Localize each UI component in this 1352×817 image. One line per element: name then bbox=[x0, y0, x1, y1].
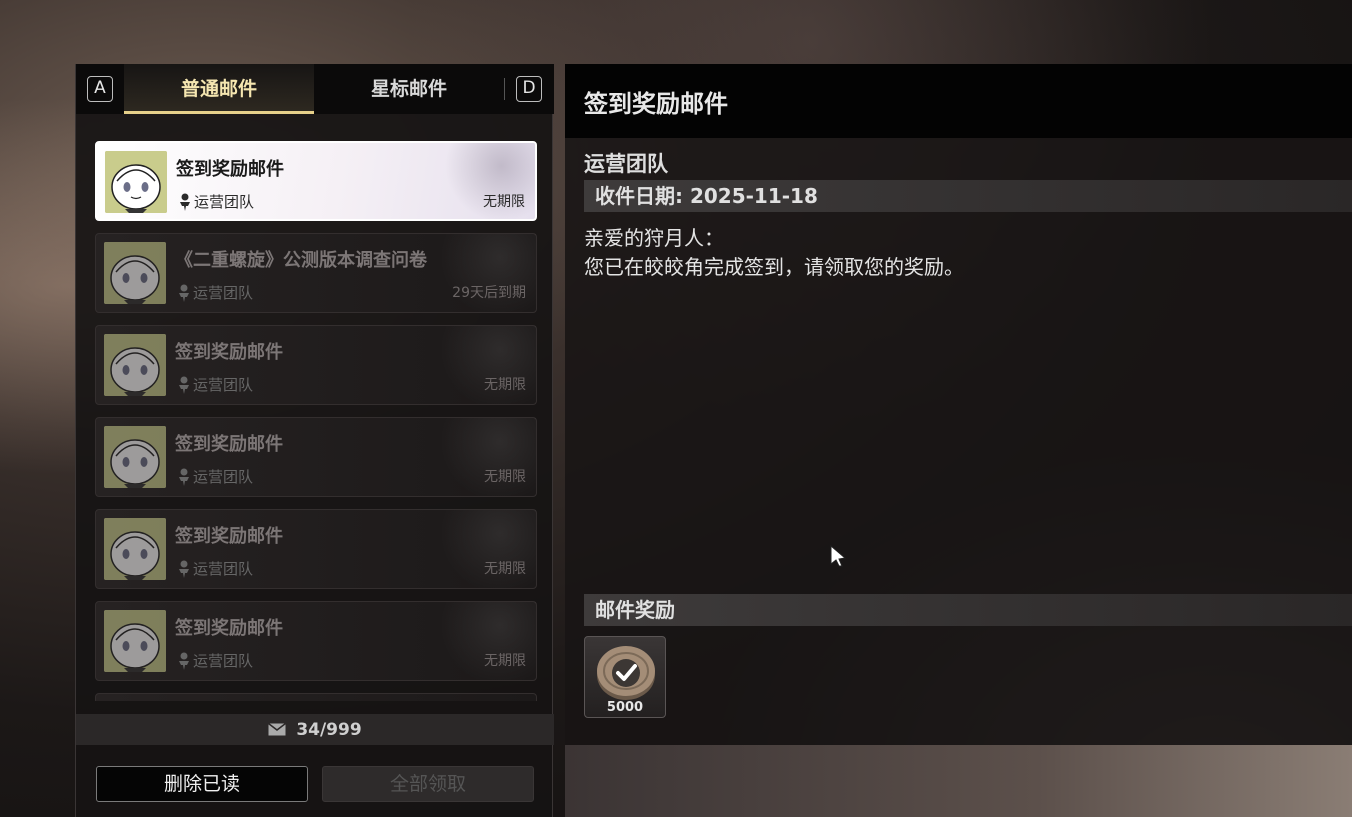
mail-sender: 运营团队 bbox=[178, 282, 253, 303]
mail-sender: 运营团队 bbox=[178, 466, 253, 487]
avatar bbox=[104, 426, 166, 488]
mail-list-item-partial[interactable] bbox=[95, 693, 537, 701]
avatar bbox=[104, 610, 166, 672]
mail-title: 签到奖励邮件 bbox=[175, 526, 283, 547]
detail-title: 签到奖励邮件 bbox=[584, 90, 728, 118]
receive-date: 收件日期: 2025-11-18 bbox=[584, 180, 1352, 212]
tab-bar: A 普通邮件 星标邮件 D bbox=[76, 64, 554, 114]
person-icon bbox=[179, 652, 189, 670]
key-hint-a[interactable]: A bbox=[87, 76, 113, 102]
person-icon bbox=[179, 376, 189, 394]
detail-header: 签到奖励邮件 bbox=[565, 64, 1352, 138]
mail-detail-panel: 签到奖励邮件 运营团队 收件日期: 2025-11-18 亲爱的狩月人： 您已在… bbox=[565, 64, 1352, 745]
mail-expiry: 无期限 bbox=[483, 194, 525, 210]
mail-title: 签到奖励邮件 bbox=[176, 159, 284, 180]
mail-sender-name: 运营团队 bbox=[194, 193, 255, 211]
tab-starred-mail[interactable]: 星标邮件 bbox=[314, 64, 504, 114]
chibi-avatar-icon bbox=[104, 610, 166, 672]
person-icon bbox=[179, 560, 189, 578]
mail-body: 亲爱的狩月人： 您已在皎皎角完成签到，请领取您的奖励。 bbox=[584, 224, 964, 282]
delete-read-button[interactable]: 删除已读 bbox=[96, 766, 308, 802]
tab-divider bbox=[504, 78, 505, 100]
chibi-avatar-icon bbox=[104, 426, 166, 488]
person-icon bbox=[179, 468, 189, 486]
mail-sender-name: 运营团队 bbox=[193, 468, 254, 486]
person-icon bbox=[180, 193, 190, 211]
mail-title: 签到奖励邮件 bbox=[175, 434, 283, 455]
mail-list-item[interactable]: 签到奖励邮件 运营团队 无期限 bbox=[95, 141, 537, 221]
rewards-header: 邮件奖励 bbox=[584, 594, 1352, 626]
mail-count: 34/999 bbox=[296, 719, 362, 740]
avatar bbox=[105, 151, 167, 213]
mail-list: 签到奖励邮件 运营团队 无期限 《二重螺旋》公测版本调查问卷 运营团队 29天后… bbox=[95, 141, 537, 701]
mail-expiry: 无期限 bbox=[484, 469, 526, 485]
avatar bbox=[104, 242, 166, 304]
chibi-avatar-icon bbox=[104, 518, 166, 580]
envelope-icon bbox=[268, 723, 287, 736]
reward-item[interactable]: 5000 bbox=[584, 636, 666, 718]
key-hint-d[interactable]: D bbox=[516, 76, 542, 102]
mail-list-item[interactable]: 签到奖励邮件 运营团队 无期限 bbox=[95, 417, 537, 497]
detail-sender: 运营团队 bbox=[584, 152, 668, 176]
mail-expiry: 29天后到期 bbox=[452, 285, 526, 301]
mail-title: 签到奖励邮件 bbox=[175, 618, 283, 639]
mail-sender-name: 运营团队 bbox=[193, 652, 254, 670]
mail-sender-name: 运营团队 bbox=[193, 560, 254, 578]
mail-sender: 运营团队 bbox=[178, 374, 253, 395]
tab-normal-mail[interactable]: 普通邮件 bbox=[124, 64, 314, 114]
cursor-icon bbox=[830, 545, 847, 567]
mail-list-item[interactable]: 签到奖励邮件 运营团队 无期限 bbox=[95, 509, 537, 589]
mail-greeting: 亲爱的狩月人： bbox=[584, 226, 724, 250]
mail-list-item[interactable]: 《二重螺旋》公测版本调查问卷 运营团队 29天后到期 bbox=[95, 233, 537, 313]
mail-expiry: 无期限 bbox=[484, 561, 526, 577]
mail-count-bar: 34/999 bbox=[76, 714, 554, 745]
mail-expiry: 无期限 bbox=[484, 653, 526, 669]
mail-sender-name: 运营团队 bbox=[193, 376, 254, 394]
chibi-avatar-icon bbox=[104, 242, 166, 304]
mail-list-panel: A 普通邮件 星标邮件 D 签到奖励邮件 运营团队 无期限 《二重螺旋》公测版本… bbox=[75, 64, 554, 817]
avatar bbox=[104, 334, 166, 396]
mail-sender: 运营团队 bbox=[178, 650, 253, 671]
mail-sender-name: 运营团队 bbox=[193, 284, 254, 302]
mail-expiry: 无期限 bbox=[484, 377, 526, 393]
coin-icon bbox=[597, 646, 655, 700]
reward-quantity: 5000 bbox=[606, 700, 644, 715]
bottom-background-strip bbox=[565, 745, 1352, 817]
mail-message: 您已在皎皎角完成签到，请领取您的奖励。 bbox=[584, 255, 964, 279]
claim-all-button[interactable]: 全部领取 bbox=[322, 766, 534, 802]
chibi-avatar-icon bbox=[104, 334, 166, 396]
mail-list-item[interactable]: 签到奖励邮件 运营团队 无期限 bbox=[95, 325, 537, 405]
mail-list-item[interactable]: 签到奖励邮件 运营团队 无期限 bbox=[95, 601, 537, 681]
mail-sender: 运营团队 bbox=[178, 558, 253, 579]
mail-title: 签到奖励邮件 bbox=[175, 342, 283, 363]
person-icon bbox=[179, 284, 189, 302]
mail-title: 《二重螺旋》公测版本调查问卷 bbox=[175, 250, 427, 271]
chibi-avatar-icon bbox=[105, 151, 167, 213]
mail-sender: 运营团队 bbox=[179, 191, 254, 212]
avatar bbox=[104, 518, 166, 580]
